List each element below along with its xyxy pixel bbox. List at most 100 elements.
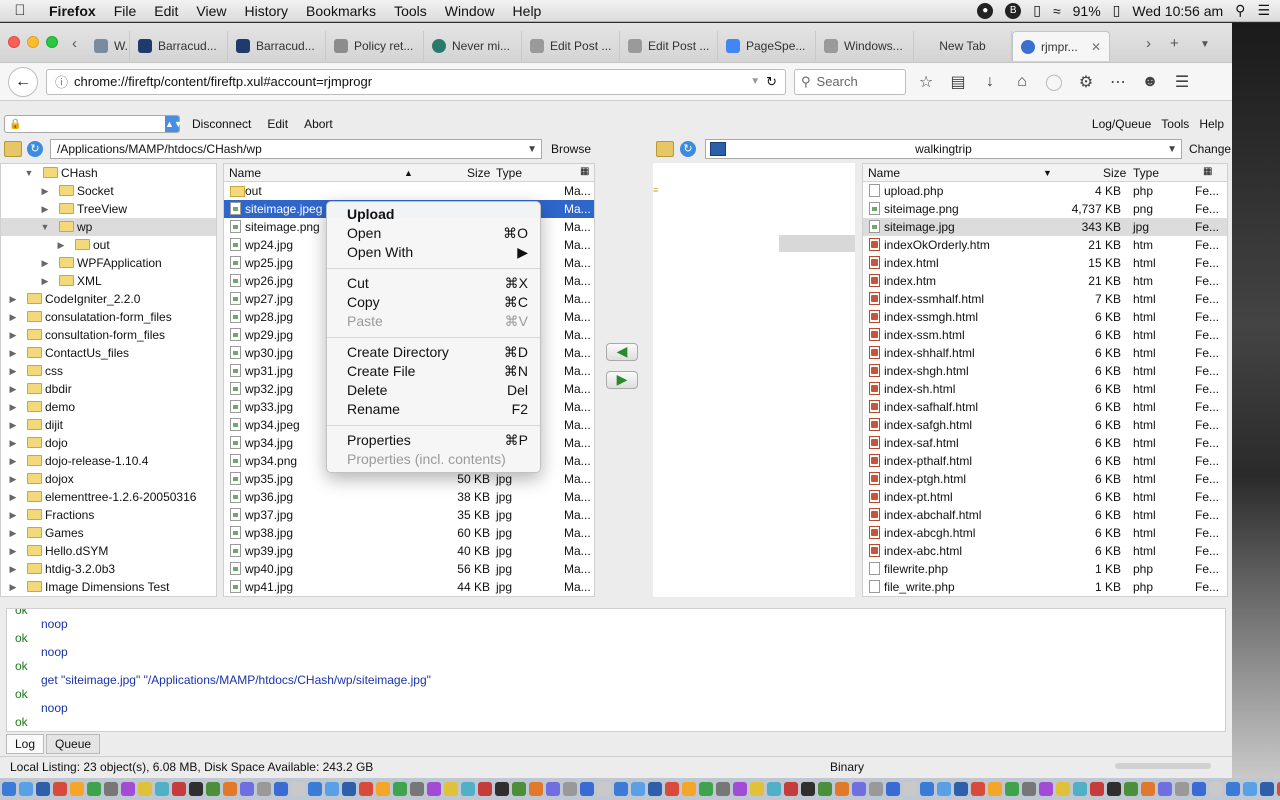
dock-app-icon[interactable] [869, 782, 883, 796]
dock-app-icon[interactable] [699, 782, 713, 796]
dock-app-icon[interactable] [325, 782, 339, 796]
menu-file[interactable]: File [105, 3, 146, 19]
file-row[interactable]: index-shgh.html 6 KB html Fe... [863, 362, 1227, 380]
remote-folder-tree[interactable]: ≡ [653, 163, 855, 597]
dock-app-icon[interactable] [36, 782, 50, 796]
tree-item[interactable]: ▼ CHash [1, 164, 216, 182]
tree-item[interactable]: ▶ Fractions [1, 506, 216, 524]
remote-parent-folder-icon[interactable] [656, 141, 674, 157]
tree-item[interactable]: ▶ htdig-3.2.0b3 [1, 560, 216, 578]
dock-app-icon[interactable] [1005, 782, 1019, 796]
tab-list-icon[interactable]: ▼ [1200, 39, 1210, 50]
tree-item[interactable]: ▶ TreeView [1, 200, 216, 218]
remote-tree-selection[interactable] [779, 235, 855, 252]
menu-item-rename[interactable]: Rename F2 [327, 400, 540, 419]
expand-twisty-icon[interactable]: ▶ [39, 276, 51, 287]
menu-item-create-file[interactable]: Create File ⌘N [327, 362, 540, 381]
dock-app-icon[interactable] [1226, 782, 1240, 796]
tab[interactable]: New Tab [914, 31, 1012, 61]
expand-twisty-icon[interactable]: ▶ [7, 294, 19, 305]
tree-item[interactable]: ▶ XML [1, 272, 216, 290]
tab[interactable]: Edit Post ... [522, 31, 620, 61]
dock-app-icon[interactable] [427, 782, 441, 796]
dock-app-icon[interactable] [733, 782, 747, 796]
dock-app-icon[interactable] [580, 782, 594, 796]
dock-app-icon[interactable] [716, 782, 730, 796]
dock-app-icon[interactable] [614, 782, 628, 796]
dock-app-icon[interactable] [393, 782, 407, 796]
apple-menu-icon[interactable]:  [0, 2, 40, 19]
tree-item[interactable]: ▶ Image Dimensions Test [1, 578, 216, 596]
file-row[interactable]: upload.php 4 KB php Fe... [863, 182, 1227, 200]
url-text[interactable]: chrome://fireftp/content/fireftp.xul#acc… [74, 74, 744, 89]
home-icon[interactable]: ⌂ [1010, 73, 1034, 91]
dock-app-icon[interactable] [121, 782, 135, 796]
new-tab-icon[interactable]: + [1170, 35, 1179, 52]
tree-item[interactable]: ▶ ContactUs_files [1, 344, 216, 362]
edit-account-button[interactable]: Edit [263, 117, 292, 131]
downloads-icon[interactable]: ↓ [978, 73, 1002, 91]
dock-app-icon[interactable] [53, 782, 67, 796]
file-row[interactable]: wp37.jpg 35 KB jpg Ma... [224, 506, 594, 524]
expand-twisty-icon[interactable]: ▶ [7, 402, 19, 413]
local-path-input[interactable]: /Applications/MAMP/htdocs/CHash/wp ▼ [50, 139, 542, 159]
menu-item-open[interactable]: Open ⌘O [327, 224, 540, 243]
dock-app-icon[interactable] [1260, 782, 1274, 796]
dock-app-icon[interactable] [631, 782, 645, 796]
tree-item[interactable]: ▶ consultation-form_files [1, 326, 216, 344]
column-name[interactable]: Name [868, 166, 900, 180]
dock-app-icon[interactable] [1039, 782, 1053, 796]
dock-app-icon[interactable] [1209, 782, 1223, 796]
file-row[interactable]: wp40.jpg 56 KB jpg Ma... [224, 560, 594, 578]
bluetooth-icon[interactable]: B [1005, 2, 1022, 19]
back-button[interactable]: ← [8, 66, 38, 97]
dock-app-icon[interactable] [784, 782, 798, 796]
dock-app-icon[interactable] [1073, 782, 1087, 796]
menu-history[interactable]: History [235, 3, 297, 19]
site-info-icon[interactable]: ⓘ [55, 72, 68, 91]
dock-app-icon[interactable] [257, 782, 271, 796]
dock-app-icon[interactable] [903, 782, 917, 796]
file-row[interactable]: out Ma... [224, 182, 594, 200]
menu-item-cut[interactable]: Cut ⌘X [327, 274, 540, 293]
help-menu[interactable]: Help [1199, 117, 1224, 131]
menu-app-firefox[interactable]: Firefox [40, 3, 105, 19]
tab-scroll-right-icon[interactable]: › [1146, 35, 1151, 52]
column-size[interactable]: Size [1103, 166, 1126, 180]
bookmark-star-icon[interactable]: ☆ [914, 72, 938, 92]
local-parent-folder-icon[interactable] [4, 141, 22, 157]
tree-item[interactable]: ▶ Socket [1, 182, 216, 200]
chevron-down-icon[interactable]: ▲▼ [165, 116, 183, 132]
file-row[interactable]: index-ptgh.html 6 KB html Fe... [863, 470, 1227, 488]
file-row[interactable]: index.html 15 KB html Fe... [863, 254, 1227, 272]
dock-app-icon[interactable] [461, 782, 475, 796]
expand-twisty-icon[interactable]: ▶ [7, 492, 19, 503]
dock-app-icon[interactable] [1022, 782, 1036, 796]
dock-app-icon[interactable] [240, 782, 254, 796]
dock-app-icon[interactable] [1192, 782, 1206, 796]
column-size[interactable]: Size [467, 166, 490, 180]
dock-app-icon[interactable] [648, 782, 662, 796]
status-app-icon[interactable]: ● [977, 2, 994, 19]
notification-center-icon[interactable]: ☰ [1257, 2, 1270, 19]
tree-item[interactable]: ▶ css [1, 362, 216, 380]
account-select[interactable]: 🔒 ▲▼ [4, 115, 183, 133]
tab[interactable]: Windows... [816, 31, 914, 61]
dock-app-icon[interactable] [750, 782, 764, 796]
tab[interactable]: Barracud... [130, 31, 228, 61]
expand-twisty-icon[interactable]: ▶ [7, 348, 19, 359]
tab-scroll-left-icon[interactable]: ‹ [72, 35, 77, 52]
upload-arrow-button[interactable]: ▶ [606, 371, 638, 389]
menu-item-delete[interactable]: Delete Del [327, 381, 540, 400]
extension-icon[interactable]: ⚙ [1074, 72, 1098, 92]
dock-app-icon[interactable] [886, 782, 900, 796]
dock-app-icon[interactable] [104, 782, 118, 796]
collapse-twisty-icon[interactable]: ▼ [23, 168, 35, 178]
dock-app-icon[interactable] [954, 782, 968, 796]
dock-app-icon[interactable] [597, 782, 611, 796]
column-picker-icon[interactable]: ▦ [1203, 166, 1212, 177]
dock-app-icon[interactable] [1107, 782, 1121, 796]
dock-app-icon[interactable] [835, 782, 849, 796]
tab[interactable]: Never mi... [424, 31, 522, 61]
dock-app-icon[interactable] [138, 782, 152, 796]
